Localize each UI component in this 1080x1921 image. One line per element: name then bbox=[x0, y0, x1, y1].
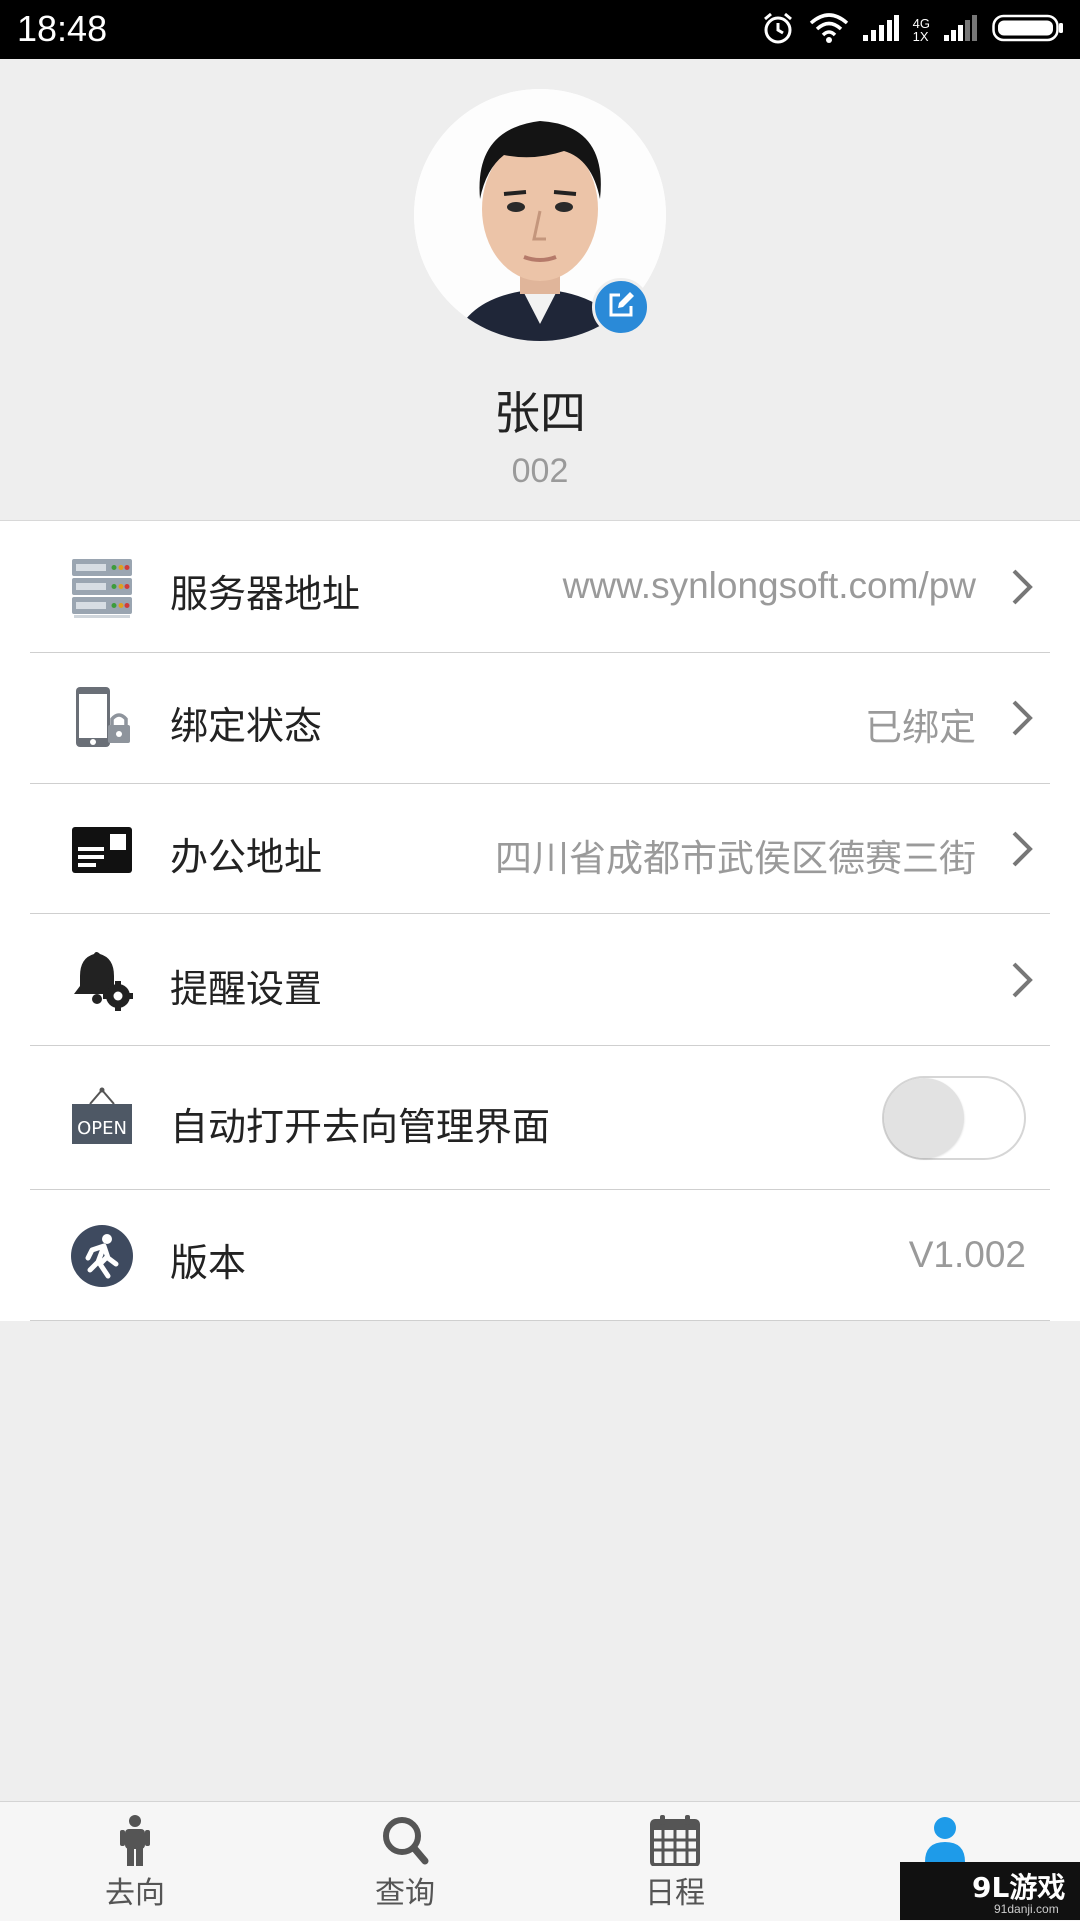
chevron-right-icon bbox=[1008, 698, 1036, 738]
settings-item-office-address[interactable]: 办公地址 四川省成都市武侯区德赛三街 bbox=[0, 784, 1080, 914]
person-icon bbox=[105, 1814, 165, 1866]
settings-item-label: 办公地址 bbox=[170, 835, 323, 879]
signal-icon bbox=[944, 15, 978, 45]
battery-icon bbox=[992, 13, 1064, 47]
wifi-icon bbox=[809, 12, 849, 48]
watermark-logo: 9L游戏 bbox=[972, 1871, 1066, 1904]
server-icon bbox=[70, 555, 134, 619]
phone-lock-icon bbox=[70, 685, 134, 749]
settings-item-label: 绑定状态 bbox=[170, 704, 323, 748]
runner-icon bbox=[70, 1224, 134, 1288]
network-type: 4G 1X bbox=[912, 16, 930, 44]
edit-icon bbox=[606, 290, 636, 324]
divider bbox=[30, 1320, 1050, 1321]
address-card-icon bbox=[70, 817, 134, 881]
settings-item-reminder-settings[interactable]: 提醒设置 bbox=[0, 914, 1080, 1046]
settings-item-label: 版本 bbox=[170, 1241, 247, 1285]
binding-status-value: 已绑定 bbox=[865, 706, 976, 749]
tab-label: 去向 bbox=[105, 1876, 165, 1911]
watermark-url: 91danji.com bbox=[994, 1902, 1059, 1916]
settings-item-version: 版本 V1.002 bbox=[0, 1190, 1080, 1321]
calendar-icon bbox=[645, 1814, 705, 1867]
toggle-knob bbox=[884, 1078, 964, 1158]
tab-query[interactable]: 查询 bbox=[270, 1802, 540, 1921]
search-icon bbox=[375, 1814, 435, 1866]
watermark: 9L游戏 91danji.com bbox=[900, 1862, 1080, 1920]
status-icons: 4G 1X bbox=[761, 10, 1064, 50]
signal-icon bbox=[862, 15, 899, 45]
profile-header: 张四 002 bbox=[0, 59, 1080, 520]
profile-name: 张四 bbox=[494, 386, 586, 440]
edit-avatar-button[interactable] bbox=[592, 278, 650, 336]
status-time: 18:48 bbox=[17, 8, 108, 49]
settings-item-label: 自动打开去向管理界面 bbox=[170, 1105, 551, 1149]
chevron-right-icon bbox=[1008, 960, 1036, 1000]
profile-id: 002 bbox=[511, 452, 569, 490]
tab-schedule[interactable]: 日程 bbox=[540, 1802, 810, 1921]
alarm-icon bbox=[761, 11, 795, 49]
open-sign-icon: OPEN bbox=[70, 1086, 134, 1150]
settings-item-binding-status[interactable]: 绑定状态 已绑定 bbox=[0, 653, 1080, 784]
status-bar: 18:48 4G 1X bbox=[0, 0, 1080, 59]
office-address-value: 四川省成都市武侯区德赛三街 bbox=[495, 837, 976, 880]
version-value: V1.002 bbox=[908, 1234, 1026, 1275]
settings-item-auto-open: OPEN 自动打开去向管理界面 bbox=[0, 1046, 1080, 1190]
svg-text:OPEN: OPEN bbox=[77, 1118, 127, 1139]
chevron-right-icon bbox=[1008, 567, 1036, 607]
settings-item-server-address[interactable]: 服务器地址 www.synlongsoft.com/pw bbox=[0, 521, 1080, 653]
server-address-value: www.synlongsoft.com/pw bbox=[562, 565, 976, 606]
tab-label: 日程 bbox=[645, 1876, 705, 1911]
settings-list: 服务器地址 www.synlongsoft.com/pw 绑定状态 已绑定 办公… bbox=[0, 520, 1080, 1321]
chevron-right-icon bbox=[1008, 829, 1036, 869]
tab-label: 查询 bbox=[375, 1876, 435, 1911]
auto-open-toggle[interactable] bbox=[882, 1076, 1026, 1160]
settings-item-label: 服务器地址 bbox=[170, 572, 361, 616]
tab-whereabouts[interactable]: 去向 bbox=[0, 1802, 270, 1921]
user-icon bbox=[915, 1814, 975, 1866]
settings-item-label: 提醒设置 bbox=[170, 967, 323, 1011]
bell-settings-icon bbox=[70, 948, 134, 1012]
